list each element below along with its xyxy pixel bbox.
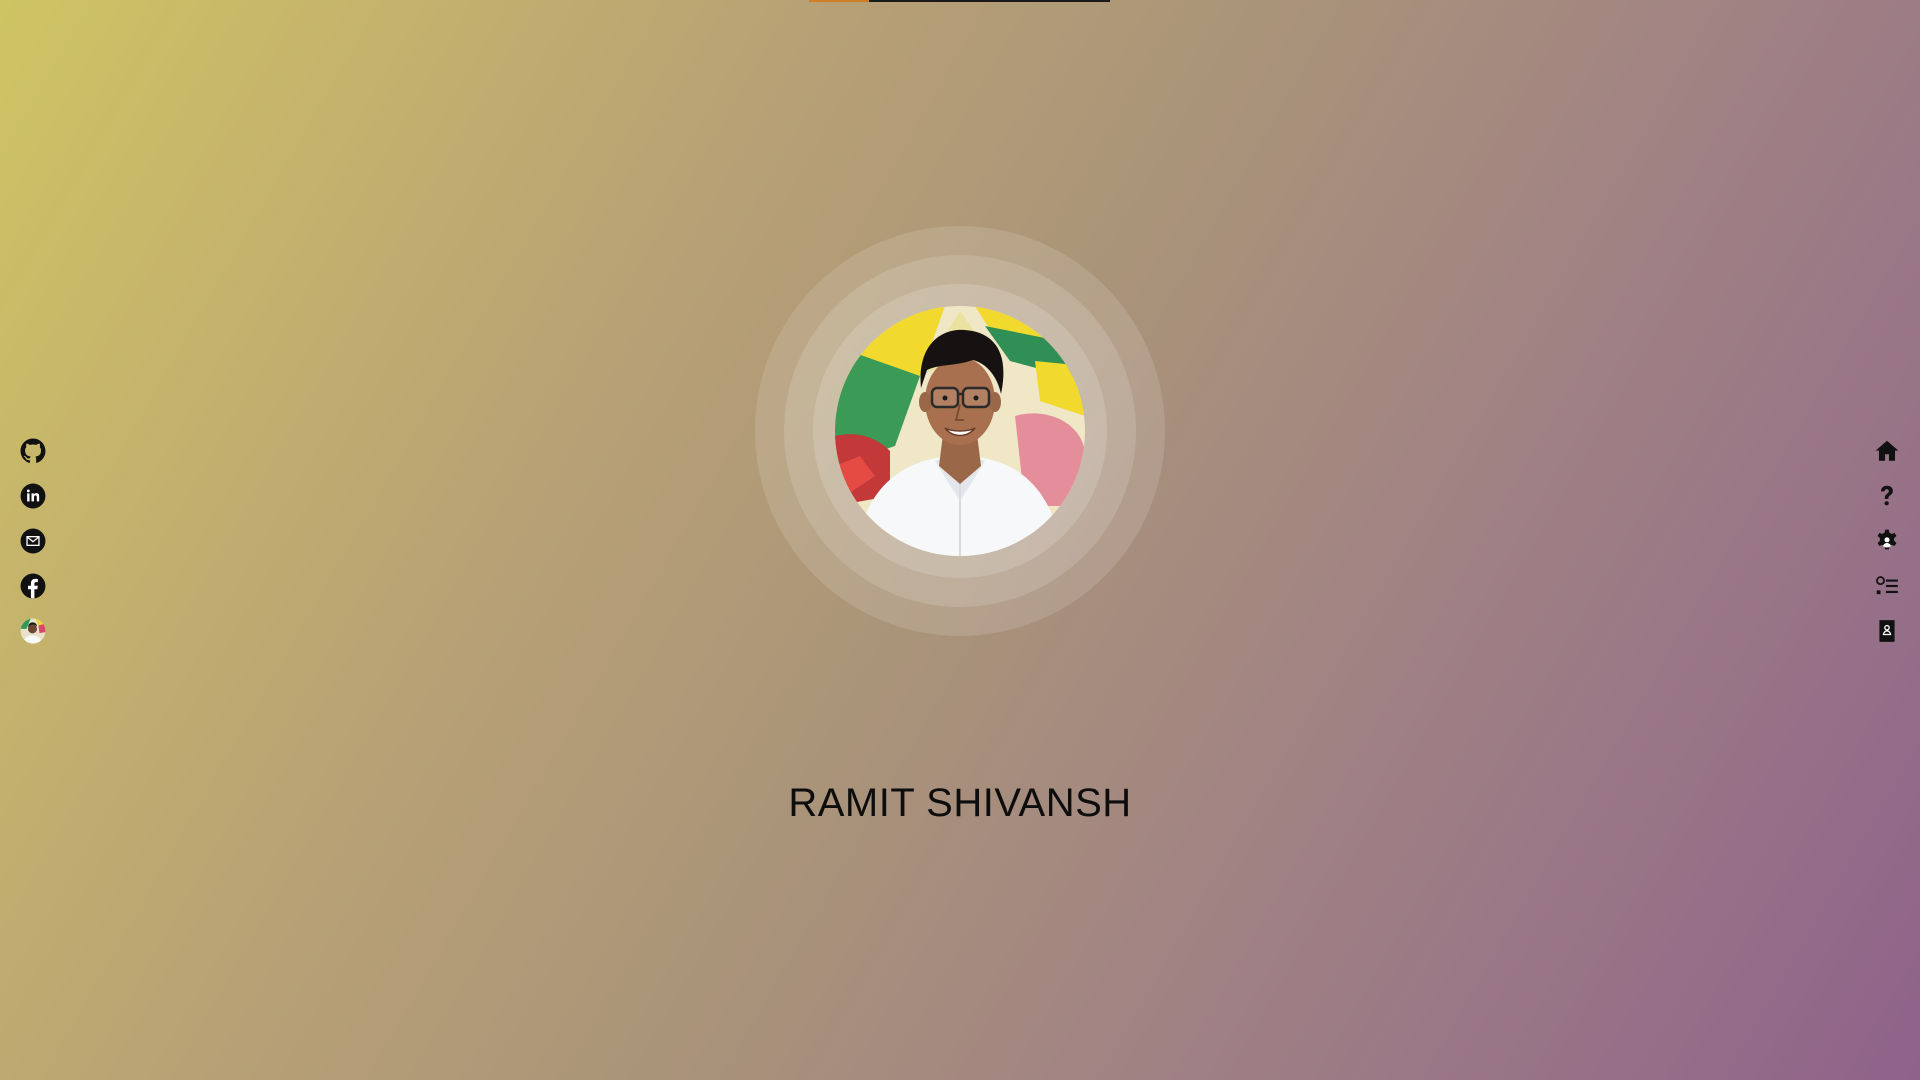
profile-name: RAMIT SHIVANSH xyxy=(788,781,1132,825)
avatar-icon xyxy=(20,618,46,644)
profile-photo xyxy=(835,306,1085,556)
nav-projects[interactable] xyxy=(1874,573,1900,599)
github-icon xyxy=(20,438,46,463)
top-loading-bar xyxy=(809,0,1110,2)
linkedin-link[interactable] xyxy=(20,483,46,509)
nav-contact[interactable] xyxy=(1874,618,1900,644)
email-icon xyxy=(20,528,46,554)
profile-photo-illustration xyxy=(835,306,1085,556)
avatar-outer-ring xyxy=(755,226,1165,636)
loading-bar-fill xyxy=(809,0,870,2)
page-navigation xyxy=(1874,438,1900,663)
home-icon xyxy=(1875,440,1899,461)
github-link[interactable] xyxy=(20,438,46,464)
avatar-inner-ring xyxy=(813,284,1107,578)
email-link[interactable] xyxy=(20,528,46,554)
contact-card-icon xyxy=(1879,620,1895,642)
linkedin-icon xyxy=(20,483,46,509)
avatar-middle-ring xyxy=(784,255,1136,607)
personal-avatar-link[interactable] xyxy=(20,618,46,644)
nav-skills[interactable] xyxy=(1874,528,1900,554)
nav-home[interactable] xyxy=(1874,438,1900,464)
social-links xyxy=(20,438,46,663)
facebook-icon xyxy=(20,573,46,599)
question-icon xyxy=(1880,485,1893,506)
nav-about[interactable] xyxy=(1874,483,1900,509)
checklist-icon xyxy=(1876,576,1898,595)
gear-icon xyxy=(1877,529,1897,550)
facebook-link[interactable] xyxy=(20,573,46,599)
